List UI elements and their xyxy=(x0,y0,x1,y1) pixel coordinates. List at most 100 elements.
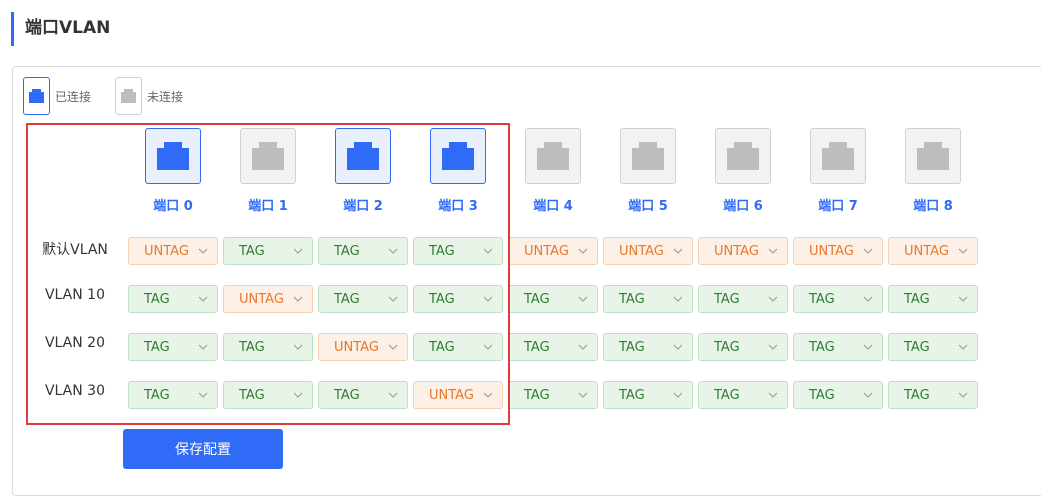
vlan-tag-select[interactable]: TAG xyxy=(888,381,978,409)
vlan-tag-select[interactable]: TAG xyxy=(793,333,883,361)
port-2-label: 端口 2 xyxy=(343,199,383,214)
vlan-row-label: 默认VLAN xyxy=(42,242,108,258)
vlan-tag-select[interactable]: TAG xyxy=(603,381,693,409)
vlan-tag-value: TAG xyxy=(904,291,930,307)
vlan-tag-value: TAG xyxy=(524,291,550,307)
vlan-tag-select[interactable]: TAG xyxy=(223,381,313,409)
disconnected-port-icon xyxy=(115,77,142,115)
legend-disconnected: 未连接 xyxy=(115,77,183,115)
save-config-button[interactable]: 保存配置 xyxy=(123,429,283,469)
vlan-tag-select[interactable]: TAG xyxy=(793,285,883,313)
vlan-tag-value: UNTAG xyxy=(429,387,474,403)
connected-port-2-icon xyxy=(335,128,391,184)
vlan-tag-select[interactable]: TAG xyxy=(508,333,598,361)
vlan-tag-select[interactable]: UNTAG xyxy=(888,237,978,265)
vlan-tag-select[interactable]: TAG xyxy=(698,285,788,313)
vlan-tag-value: TAG xyxy=(144,387,170,403)
vlan-tag-select[interactable]: TAG xyxy=(128,333,218,361)
vlan-row-label: VLAN 20 xyxy=(44,335,105,351)
vlan-tag-select[interactable]: TAG xyxy=(128,285,218,313)
vlan-row-label: VLAN 10 xyxy=(44,287,105,303)
port-7-label: 端口 7 xyxy=(818,199,858,214)
vlan-tag-value: TAG xyxy=(524,339,550,355)
disconnected-port-5-icon xyxy=(620,128,676,184)
vlan-tag-select[interactable]: UNTAG xyxy=(223,285,313,313)
legend-connected: 已连接 xyxy=(23,77,91,115)
disconnected-port-4-icon xyxy=(525,128,581,184)
vlan-tag-value: TAG xyxy=(809,387,835,403)
vlan-tag-value: UNTAG xyxy=(619,243,664,259)
connected-port-icon xyxy=(23,77,50,115)
vlan-tag-select[interactable]: TAG xyxy=(413,237,503,265)
vlan-tag-select[interactable]: TAG xyxy=(698,333,788,361)
vlan-tag-select[interactable]: UNTAG xyxy=(698,237,788,265)
vlan-tag-select[interactable]: TAG xyxy=(508,381,598,409)
vlan-tag-value: TAG xyxy=(619,339,645,355)
vlan-tag-select[interactable]: TAG xyxy=(128,381,218,409)
vlan-tag-select[interactable]: TAG xyxy=(223,237,313,265)
vlan-tag-value: TAG xyxy=(429,243,455,259)
vlan-tag-select[interactable]: TAG xyxy=(413,285,503,313)
vlan-tag-select[interactable]: UNTAG xyxy=(793,237,883,265)
vlan-tag-value: UNTAG xyxy=(239,291,284,307)
vlan-tag-value: TAG xyxy=(334,387,360,403)
port-8-label: 端口 8 xyxy=(913,199,953,214)
port-5-label: 端口 5 xyxy=(628,199,668,214)
vlan-tag-value: TAG xyxy=(239,387,265,403)
vlan-tag-value: TAG xyxy=(714,339,740,355)
vlan-tag-value: UNTAG xyxy=(524,243,569,259)
vlan-tag-value: UNTAG xyxy=(809,243,854,259)
port-3-label: 端口 3 xyxy=(438,199,478,214)
vlan-tag-value: TAG xyxy=(429,339,455,355)
vlan-tag-value: TAG xyxy=(619,387,645,403)
vlan-tag-value: UNTAG xyxy=(714,243,759,259)
vlan-tag-value: TAG xyxy=(809,339,835,355)
vlan-tag-select[interactable]: TAG xyxy=(223,333,313,361)
vlan-tag-value: UNTAG xyxy=(334,339,379,355)
vlan-tag-value: TAG xyxy=(904,339,930,355)
vlan-tag-value: TAG xyxy=(239,243,265,259)
port-1-label: 端口 1 xyxy=(248,199,288,214)
disconnected-port-6-icon xyxy=(715,128,771,184)
vlan-tag-value: TAG xyxy=(714,387,740,403)
vlan-tag-select[interactable]: TAG xyxy=(888,333,978,361)
disconnected-port-1-icon xyxy=(240,128,296,184)
vlan-tag-value: TAG xyxy=(334,243,360,259)
vlan-tag-select[interactable]: TAG xyxy=(603,285,693,313)
page-title: 端口VLAN xyxy=(25,18,111,38)
vlan-tag-select[interactable]: UNTAG xyxy=(508,237,598,265)
vlan-tag-select[interactable]: TAG xyxy=(698,381,788,409)
legend-connected-label: 已连接 xyxy=(55,89,92,104)
vlan-tag-select[interactable]: TAG xyxy=(793,381,883,409)
vlan-tag-value: UNTAG xyxy=(144,243,189,259)
vlan-tag-value: TAG xyxy=(809,291,835,307)
vlan-tag-select[interactable]: UNTAG xyxy=(413,381,503,409)
disconnected-port-8-icon xyxy=(905,128,961,184)
port-4-label: 端口 4 xyxy=(533,199,573,214)
vlan-tag-value: TAG xyxy=(429,291,455,307)
vlan-tag-select[interactable]: UNTAG xyxy=(603,237,693,265)
vlan-tag-value: TAG xyxy=(714,291,740,307)
vlan-tag-value: TAG xyxy=(239,339,265,355)
vlan-tag-select[interactable]: TAG xyxy=(508,285,598,313)
vlan-tag-select[interactable]: TAG xyxy=(318,237,408,265)
vlan-tag-value: TAG xyxy=(904,387,930,403)
vlan-tag-select[interactable]: TAG xyxy=(413,333,503,361)
vlan-tag-select[interactable]: UNTAG xyxy=(128,237,218,265)
vlan-tag-value: TAG xyxy=(144,291,170,307)
connected-port-3-icon xyxy=(430,128,486,184)
vlan-tag-select[interactable]: TAG xyxy=(318,381,408,409)
vlan-tag-value: TAG xyxy=(144,339,170,355)
port-0-label: 端口 0 xyxy=(153,199,193,214)
vlan-tag-select[interactable]: TAG xyxy=(888,285,978,313)
vlan-tag-value: TAG xyxy=(619,291,645,307)
disconnected-port-7-icon xyxy=(810,128,866,184)
vlan-tag-value: UNTAG xyxy=(904,243,949,259)
title-accent-bar xyxy=(11,12,14,46)
vlan-row-label: VLAN 30 xyxy=(44,383,105,399)
vlan-tag-select[interactable]: TAG xyxy=(318,285,408,313)
legend-disconnected-label: 未连接 xyxy=(147,89,184,104)
vlan-tag-select[interactable]: TAG xyxy=(603,333,693,361)
connected-port-0-icon xyxy=(145,128,201,184)
vlan-tag-select[interactable]: UNTAG xyxy=(318,333,408,361)
